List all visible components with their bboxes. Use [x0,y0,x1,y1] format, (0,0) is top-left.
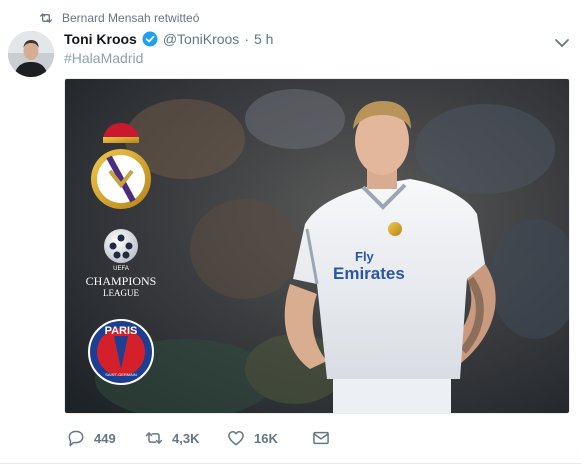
psg-sub-label: SAINT-GERMAIN [105,372,137,377]
retweet-count: 4,3K [172,430,200,446]
tweet-card[interactable]: Bernard Mensah retwitteó Toni Kroos @Ton… [0,0,581,464]
like-button[interactable]: 16K [226,428,311,448]
tweet-text-hashtag[interactable]: #HalaMadrid [64,50,143,66]
chevron-down-icon[interactable] [553,34,571,52]
retweet-action-icon [145,432,163,444]
uefa-label: UEFA [113,266,129,272]
envelope-icon [313,431,329,445]
jersey-sponsor-line2: Emirates [333,264,405,283]
avatar[interactable] [8,31,54,77]
jersey-sponsor-line1: Fly [355,249,375,264]
tweet-media-image[interactable]: Fly Emirates UEFA CHAMPIONS LEAGUE PARIS… [64,78,570,414]
retweet-context: Bernard Mensah retwitteó [38,10,199,26]
retweet-button[interactable]: 4,3K [144,428,226,448]
tweet-header: Toni Kroos @ToniKroos · 5 h [64,31,273,47]
reply-button[interactable]: 449 [66,428,144,448]
separator-dot: · [244,31,249,47]
tweet-actions: 449 4,3K 16K [66,428,331,448]
direct-message-button[interactable] [311,428,331,448]
reply-count: 449 [94,430,116,446]
author-handle[interactable]: @ToniKroos [163,31,239,47]
author-name[interactable]: Toni Kroos [64,31,137,47]
psg-crest-icon: PARIS SAINT-GERMAIN [88,319,154,385]
tweet-timestamp[interactable]: 5 h [254,31,273,47]
retweet-context-text[interactable]: Bernard Mensah retwitteó [62,11,199,25]
ucl-label-line2: LEAGUE [103,288,139,298]
heart-icon [228,431,244,446]
reply-icon [68,430,84,447]
psg-label: PARIS [105,325,138,337]
retweet-icon [40,13,52,23]
ucl-label-line1: CHAMPIONS [86,274,157,288]
verified-badge-icon [142,31,158,47]
like-count: 16K [254,430,278,446]
